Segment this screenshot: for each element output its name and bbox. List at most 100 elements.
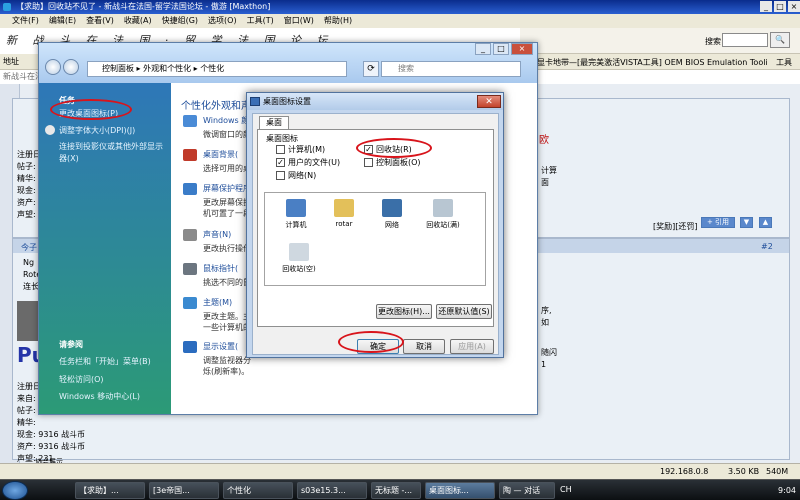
cancel-button[interactable]: 取消 xyxy=(403,339,445,354)
link-display-settings[interactable]: 显示设置( xyxy=(203,341,238,352)
minimize-button[interactable]: _ xyxy=(760,1,772,12)
sidebar-item-taskbar[interactable]: 任务栏和「开始」菜单(B) xyxy=(59,356,151,367)
sidebar-item-projector[interactable]: 连接到投影仪或其他外部显示器(X) xyxy=(59,141,163,165)
control-panel-checkbox[interactable]: 控制面板(O) xyxy=(364,157,421,168)
refresh-icon[interactable]: ⟳ xyxy=(363,61,379,77)
link-desktop-background[interactable]: 桌面背景( xyxy=(203,149,238,160)
theme-desc: 更改主题。主 xyxy=(203,312,251,321)
post-text-line: 计算 xyxy=(541,166,557,175)
taskbar-item-desktop-icons[interactable]: 桌面图标... xyxy=(425,482,495,499)
explorer-maximize-button[interactable]: □ xyxy=(493,43,509,55)
menu-window[interactable]: 窗口(W) xyxy=(284,14,314,28)
sidebar-item-ease-of-access[interactable]: 轻松访问(O) xyxy=(59,374,104,385)
browser-search-input[interactable] xyxy=(722,33,768,47)
menu-edit[interactable]: 编辑(E) xyxy=(49,14,76,28)
ok-button[interactable]: 确定 xyxy=(357,339,399,354)
taskbar-item-window-2[interactable]: [3e帝国... xyxy=(149,482,219,499)
close-button[interactable]: × xyxy=(788,1,800,12)
screensaver-icon xyxy=(183,183,197,195)
screensaver-desc: 更改屏幕保护 xyxy=(203,198,251,207)
recycle-bin-checkbox[interactable]: ✓ 回收站(R) xyxy=(364,144,412,155)
back-icon[interactable] xyxy=(45,59,61,75)
explorer-address-bar[interactable]: 控制面板 ▸ 外观和个性化 ▸ 个性化 xyxy=(87,61,347,77)
tab-desktop[interactable]: 桌面 xyxy=(259,116,289,130)
post-author-link[interactable]: 今子 xyxy=(21,242,37,253)
start-button[interactable] xyxy=(2,481,28,500)
computer-icon xyxy=(286,199,306,217)
monitor-icon xyxy=(250,97,260,106)
quote-reply-button[interactable]: + 引用 xyxy=(701,217,735,228)
menu-groups[interactable]: 快捷组(G) xyxy=(162,14,198,28)
browser-tab-title[interactable]: 显卡地带—[最完美激活VISTA工具] OEM BIOS Emulation T… xyxy=(537,57,768,68)
maxthon-logo-icon xyxy=(3,3,11,11)
restore-default-button[interactable]: 还原默认值(S) xyxy=(436,304,492,319)
language-indicator[interactable]: CH xyxy=(560,485,572,494)
move-up-button[interactable]: ▲ xyxy=(759,217,772,228)
computer-checkbox[interactable]: 计算机(M) xyxy=(276,144,325,155)
icon-item-network[interactable]: 网络 xyxy=(369,199,415,230)
sidebar-item-mobility-center[interactable]: Windows 移动中心(L) xyxy=(59,391,140,402)
browser-menu-bar: 文件(F) 编辑(E) 查看(V) 收藏(A) 快捷组(G) 选项(O) 工具(… xyxy=(0,14,800,28)
post-text-line: 序, xyxy=(541,306,552,315)
recycle-bin-full-icon xyxy=(433,199,453,217)
search-icon[interactable]: 🔍 xyxy=(770,32,790,48)
browser-search-label: 搜索 xyxy=(705,37,721,46)
menu-help[interactable]: 帮助(H) xyxy=(324,14,352,28)
menu-options[interactable]: 选项(O) xyxy=(208,14,237,28)
menu-view[interactable]: 查看(V) xyxy=(86,14,114,28)
move-down-button[interactable]: ▼ xyxy=(740,217,753,228)
explorer-search-placeholder: 搜索 xyxy=(398,64,414,73)
tools-label[interactable]: 工具 xyxy=(776,57,792,68)
menu-tools[interactable]: 工具(T) xyxy=(247,14,274,28)
screensaver-desc: 机可置了一段 xyxy=(203,209,251,218)
dialog-close-button[interactable]: ✕ xyxy=(477,95,501,108)
browser-title: 【求助】回收站不见了 - 新战斗在法国-留学法国论坛 - 傲游 [Maxthon… xyxy=(16,2,271,11)
link-sound[interactable]: 声音(N) xyxy=(203,229,231,240)
change-icon-button[interactable]: 更改图标(H)... xyxy=(376,304,432,319)
forward-icon[interactable] xyxy=(63,59,79,75)
taskbar-item-browser[interactable]: 【求助】... xyxy=(75,482,145,499)
window-color-desc: 微调窗口的颜 xyxy=(203,130,251,139)
link-mouse-pointer[interactable]: 鼠标指针( xyxy=(203,263,238,274)
network-checkbox[interactable]: 网络(N) xyxy=(276,170,316,181)
maximize-button[interactable]: □ xyxy=(774,1,786,12)
taskbar-item-chat[interactable]: 陶 — 对话 xyxy=(499,482,555,499)
taskbar-item-video[interactable]: s03e15.3... xyxy=(297,482,367,499)
link-window-color[interactable]: Windows 颜 xyxy=(203,115,249,126)
user-files-checkbox[interactable]: ✓ 用户的文件(U) xyxy=(276,157,340,168)
apply-button[interactable]: 应用(A) xyxy=(450,339,494,354)
clock[interactable]: 9:04 xyxy=(778,482,796,499)
taskbar-item-personalization[interactable]: 个性化 xyxy=(223,482,293,499)
download-speed: 3.50 KB xyxy=(728,467,760,476)
link-screensaver[interactable]: 屏幕保护程序 xyxy=(203,183,251,194)
sidebar-item-change-desktop-icons[interactable]: 更改桌面图标(P) xyxy=(59,108,118,119)
dialog-body: 桌面 桌面图标 计算机(M) ✓ 回收站(R) ✓ 用户的文件(U) 控制面板(… xyxy=(252,113,499,355)
explorer-toolbar: _ □ × 控制面板 ▸ 外观和个性化 ▸ 个性化 ⟳ 搜索 xyxy=(39,43,537,83)
link-theme[interactable]: 主题(M) xyxy=(203,297,232,308)
icon-item-recycle-bin-full[interactable]: 回收站(满) xyxy=(417,199,469,230)
breadcrumb[interactable]: 控制面板 ▸ 外观和个性化 ▸ 个性化 xyxy=(102,64,224,73)
browser-status-bar: 192.168.0.8 3.50 KB 540M xyxy=(0,463,800,479)
window-color-icon xyxy=(183,115,197,127)
sidebar-item-font-size[interactable]: 调整字体大小(DPI)(J) xyxy=(59,125,135,136)
icon-item-recycle-bin-empty[interactable]: 回收站(空) xyxy=(273,243,325,274)
desktop-background-desc: 选择可用的桌 xyxy=(203,164,251,173)
explorer-minimize-button[interactable]: _ xyxy=(475,43,491,55)
menu-file[interactable]: 文件(F) xyxy=(12,14,39,28)
display-settings-icon xyxy=(183,341,197,353)
icon-item-user-folder[interactable]: rotar xyxy=(321,199,367,228)
post-info-line: 资产: 9316 战斗币 xyxy=(17,442,86,451)
menu-favorites[interactable]: 收藏(A) xyxy=(124,14,152,28)
explorer-search-input[interactable]: 搜索 xyxy=(381,61,521,77)
icon-item-computer[interactable]: 计算机 xyxy=(273,199,319,230)
shield-icon xyxy=(45,125,55,135)
reward-links[interactable]: [奖励][还罚] xyxy=(653,221,697,232)
dialog-title: 桌面图标设置 xyxy=(263,97,311,106)
post-number: #2 xyxy=(761,242,773,251)
post-text-line: 面 xyxy=(541,178,549,187)
dialog-title-bar: 桌面图标设置 ✕ xyxy=(247,93,503,110)
explorer-close-button[interactable]: × xyxy=(511,43,533,55)
tasks-title: 任务 xyxy=(59,96,75,105)
memory-usage: 540M xyxy=(766,467,789,476)
taskbar-item-notepad[interactable]: 无标题 -... xyxy=(371,482,421,499)
